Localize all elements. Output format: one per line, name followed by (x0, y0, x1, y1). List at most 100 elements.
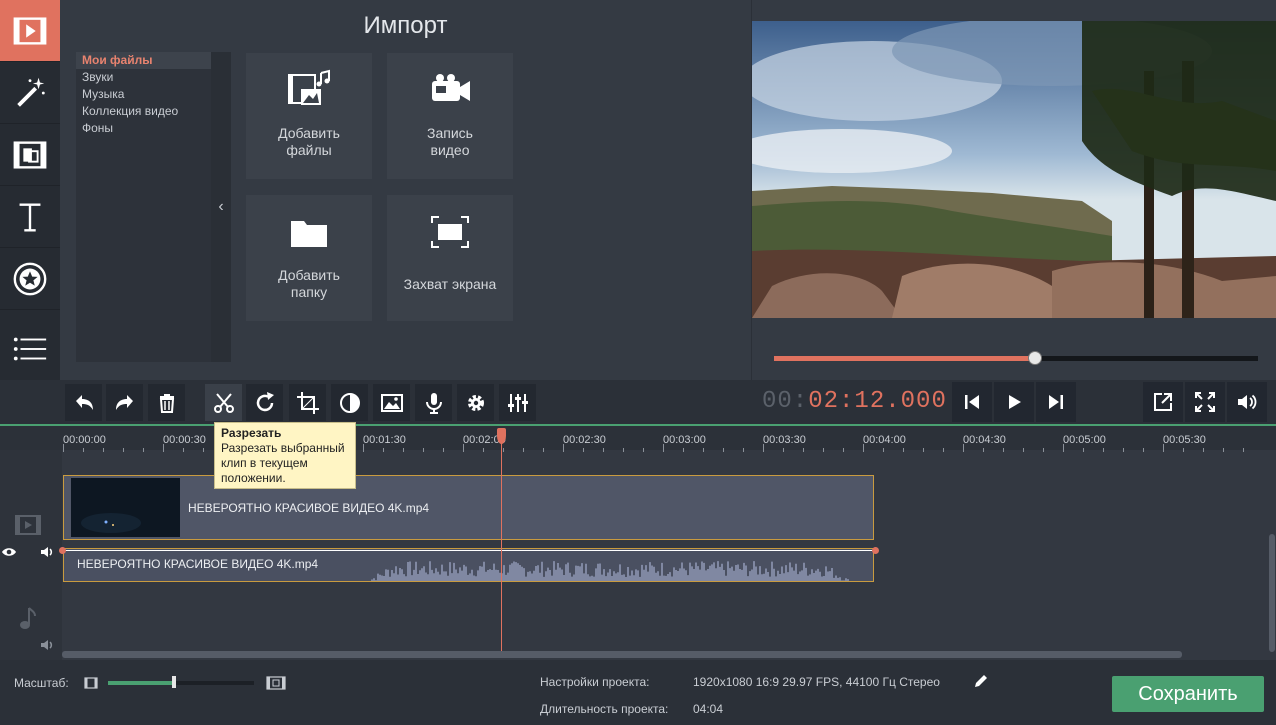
sidebar-item-transitions[interactable] (0, 124, 60, 186)
sidebar-item-import[interactable] (0, 0, 60, 62)
ruler-tick (663, 444, 664, 452)
audio-track-volume-icon[interactable] (40, 638, 56, 652)
rotate-button[interactable] (246, 384, 283, 421)
settings-button[interactable] (457, 384, 494, 421)
save-button[interactable]: Сохранить (1112, 676, 1264, 712)
color-adjust-button[interactable] (331, 384, 368, 421)
player-panel (752, 0, 1276, 380)
redo-button[interactable] (106, 384, 143, 421)
play-button[interactable] (994, 382, 1034, 422)
media-files-icon (288, 69, 330, 105)
timeline[interactable]: 00:00:0000:00:3000:01:0000:01:3000:02:00… (0, 424, 1276, 660)
add-folder-button[interactable]: Добавить папку (246, 195, 372, 321)
ruler-tick-label: 00:05:30 (1163, 434, 1206, 446)
ruler-tick (1243, 448, 1244, 452)
ruler-tick (1203, 448, 1204, 452)
screen-capture-label: Захват экрана (403, 276, 497, 292)
skip-back-icon (965, 395, 979, 409)
zoom-out-icon[interactable] (84, 677, 98, 689)
ruler-tick (503, 448, 504, 452)
ruler-tick (563, 444, 564, 452)
ruler-tick (703, 448, 704, 452)
delete-button[interactable] (148, 384, 185, 421)
ruler-tick (83, 448, 84, 452)
import-title: Импорт (363, 12, 448, 39)
volume-line[interactable] (63, 550, 874, 551)
ruler-tick (883, 448, 884, 452)
edit-pencil-icon[interactable] (973, 673, 989, 689)
sidebar-item-stickers[interactable] (0, 248, 60, 310)
tree-item-music[interactable]: Музыка (82, 86, 124, 103)
tooltip-title: Разрезать (221, 426, 282, 440)
sidebar-item-effects[interactable] (0, 62, 60, 124)
gear-icon (467, 394, 484, 411)
crop-button[interactable] (289, 384, 326, 421)
ruler-tick (843, 448, 844, 452)
redo-icon (115, 394, 133, 410)
tree-item-sounds[interactable]: Звуки (82, 69, 113, 86)
undo-button[interactable] (65, 384, 102, 421)
equalizer-button[interactable] (499, 384, 536, 421)
sidebar-item-titles[interactable] (0, 186, 60, 248)
record-audio-button[interactable] (415, 384, 452, 421)
ruler-tick (863, 444, 864, 452)
ruler-tick (623, 448, 624, 452)
playhead-handle[interactable] (497, 428, 506, 444)
detach-player-button[interactable] (1143, 382, 1183, 422)
video-clip[interactable]: НЕВЕРОЯТНО КРАСИВОЕ ВИДЕО 4K.mp4 (63, 475, 874, 540)
previous-button[interactable] (952, 382, 992, 422)
tree-item-my-files[interactable]: Мои файлы (76, 52, 212, 69)
seek-handle[interactable] (1028, 351, 1043, 365)
collapse-tree-button[interactable]: ‹ (211, 52, 231, 362)
zoom-slider[interactable] (108, 681, 254, 685)
tree-item-video-collection[interactable]: Коллекция видео (82, 103, 178, 120)
playhead-line[interactable] (501, 428, 502, 653)
scissors-icon (213, 392, 234, 413)
ruler-tick (123, 448, 124, 452)
record-video-button[interactable]: Запись видео (387, 53, 513, 179)
image-button[interactable] (373, 384, 410, 421)
chevron-left-icon: ‹ (218, 198, 224, 215)
ruler-tick (63, 444, 64, 452)
sidebar (0, 0, 60, 380)
next-button[interactable] (1036, 382, 1076, 422)
add-files-button[interactable]: Добавить файлы (246, 53, 372, 179)
ruler-tick (363, 444, 364, 452)
image-icon (380, 393, 403, 412)
eye-icon[interactable] (1, 546, 17, 558)
color-adjust-icon (339, 392, 360, 413)
tree-item-backgrounds[interactable]: Фоны (82, 120, 113, 137)
seek-bar[interactable] (774, 351, 1258, 365)
trash-icon (159, 393, 174, 413)
ruler-tick (1123, 448, 1124, 452)
ruler-tick-label: 00:01:30 (363, 434, 406, 446)
ruler-tick (943, 448, 944, 452)
project-duration-label: Длительность проекта: (540, 702, 669, 716)
vertical-scrollbar[interactable] (1269, 534, 1275, 652)
ruler-tick (1023, 448, 1024, 452)
volume-keyframe-end[interactable] (872, 547, 879, 554)
fullscreen-button[interactable] (1185, 382, 1225, 422)
speaker-icon[interactable] (40, 545, 56, 559)
audio-clip[interactable]: НЕВЕРОЯТНО КРАСИВОЕ ВИДЕО 4K.mp4 (63, 548, 874, 582)
volume-keyframe-start[interactable] (59, 547, 66, 554)
zoom-in-icon[interactable] (266, 676, 286, 690)
equalizer-icon (507, 393, 528, 412)
horizontal-scrollbar[interactable] (62, 651, 1182, 658)
zoom-slider-handle[interactable] (171, 676, 176, 688)
ruler-tick (583, 448, 584, 452)
time-ruler[interactable]: 00:00:0000:00:3000:01:0000:01:3000:02:00… (0, 424, 1276, 452)
ruler-tick (983, 448, 984, 452)
volume-button[interactable] (1227, 382, 1267, 422)
ruler-tick (443, 448, 444, 452)
cut-button[interactable] (205, 384, 242, 421)
screen-capture-button[interactable]: Захват экрана (387, 195, 513, 321)
timecode-display: 00:02:12.000 (762, 388, 947, 415)
ruler-tick-label: 00:03:00 (663, 434, 706, 446)
ruler-tick (723, 448, 724, 452)
sidebar-item-more[interactable] (0, 318, 60, 380)
text-icon (19, 202, 41, 231)
ruler-tick (103, 448, 104, 452)
ruler-tick (803, 448, 804, 452)
ruler-tick-label: 00:05:00 (1063, 434, 1106, 446)
